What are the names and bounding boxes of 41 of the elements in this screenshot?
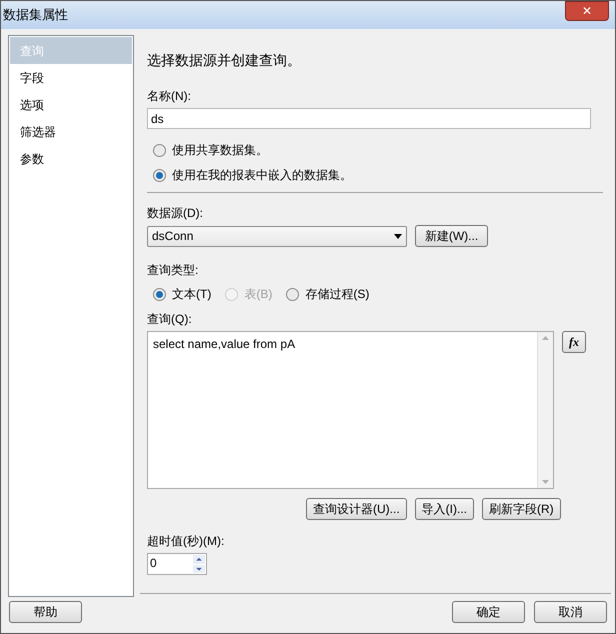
field-label: 超时值(秒)(M): xyxy=(147,533,226,550)
sidebar-item[interactable]: 参数 xyxy=(10,145,132,172)
radio-button[interactable] xyxy=(153,144,166,156)
radio-label: 使用在我的报表中嵌入的数据集。 xyxy=(172,167,352,184)
sidebar-item[interactable]: 字段 xyxy=(10,64,132,91)
query-editor[interactable]: select name,value from pA xyxy=(147,331,554,489)
query-action-button[interactable]: 导入(I)... xyxy=(414,498,474,520)
window-title: 数据集属性 xyxy=(3,6,68,24)
help-button[interactable]: 帮助 xyxy=(9,601,82,623)
scroll-down-icon[interactable] xyxy=(542,480,549,484)
heading: 选择数据源并创建查询。 xyxy=(147,51,302,70)
radio-button[interactable] xyxy=(153,288,166,300)
spin-up-icon[interactable] xyxy=(193,555,205,564)
datasource-dropdown[interactable]: dsConn xyxy=(147,226,407,246)
radio-label: 文本(T) xyxy=(172,286,212,303)
radio-label: 使用共享数据集。 xyxy=(172,142,268,159)
name-field[interactable]: ds xyxy=(147,108,591,129)
radio-label: 表(B) xyxy=(244,286,272,303)
field-label: 名称(N): xyxy=(147,88,192,105)
new-button[interactable]: 新建(W)... xyxy=(415,225,488,247)
field-label: 数据源(D): xyxy=(147,205,204,222)
sidebar-item[interactable]: 筛选器 xyxy=(10,118,132,145)
query-action-button[interactable]: 查询设计器(U)... xyxy=(306,498,407,520)
query-action-button[interactable]: 刷新字段(R) xyxy=(482,498,561,520)
field-label: 查询(Q): xyxy=(147,311,193,328)
cancel-button[interactable]: 取消 xyxy=(534,601,607,623)
close-button[interactable]: ✕ xyxy=(565,1,609,21)
field-label: 查询类型: xyxy=(147,262,200,279)
radio-button[interactable] xyxy=(286,288,300,300)
spin-down-icon[interactable] xyxy=(193,564,205,573)
dropdown-arrow-icon xyxy=(394,234,402,238)
scrollbar[interactable] xyxy=(537,332,553,488)
query-text: select name,value from pA xyxy=(153,337,296,351)
radio-label: 存储过程(S) xyxy=(305,286,370,303)
expression-button[interactable]: fx xyxy=(562,331,586,353)
ok-button[interactable]: 确定 xyxy=(452,601,525,623)
timeout-spinner[interactable]: 0 xyxy=(147,553,207,575)
scroll-up-icon[interactable] xyxy=(542,336,549,340)
radio-button[interactable] xyxy=(153,168,166,182)
spinner-value: 0 xyxy=(149,555,158,572)
sidebar-item[interactable]: 选项 xyxy=(10,91,132,118)
